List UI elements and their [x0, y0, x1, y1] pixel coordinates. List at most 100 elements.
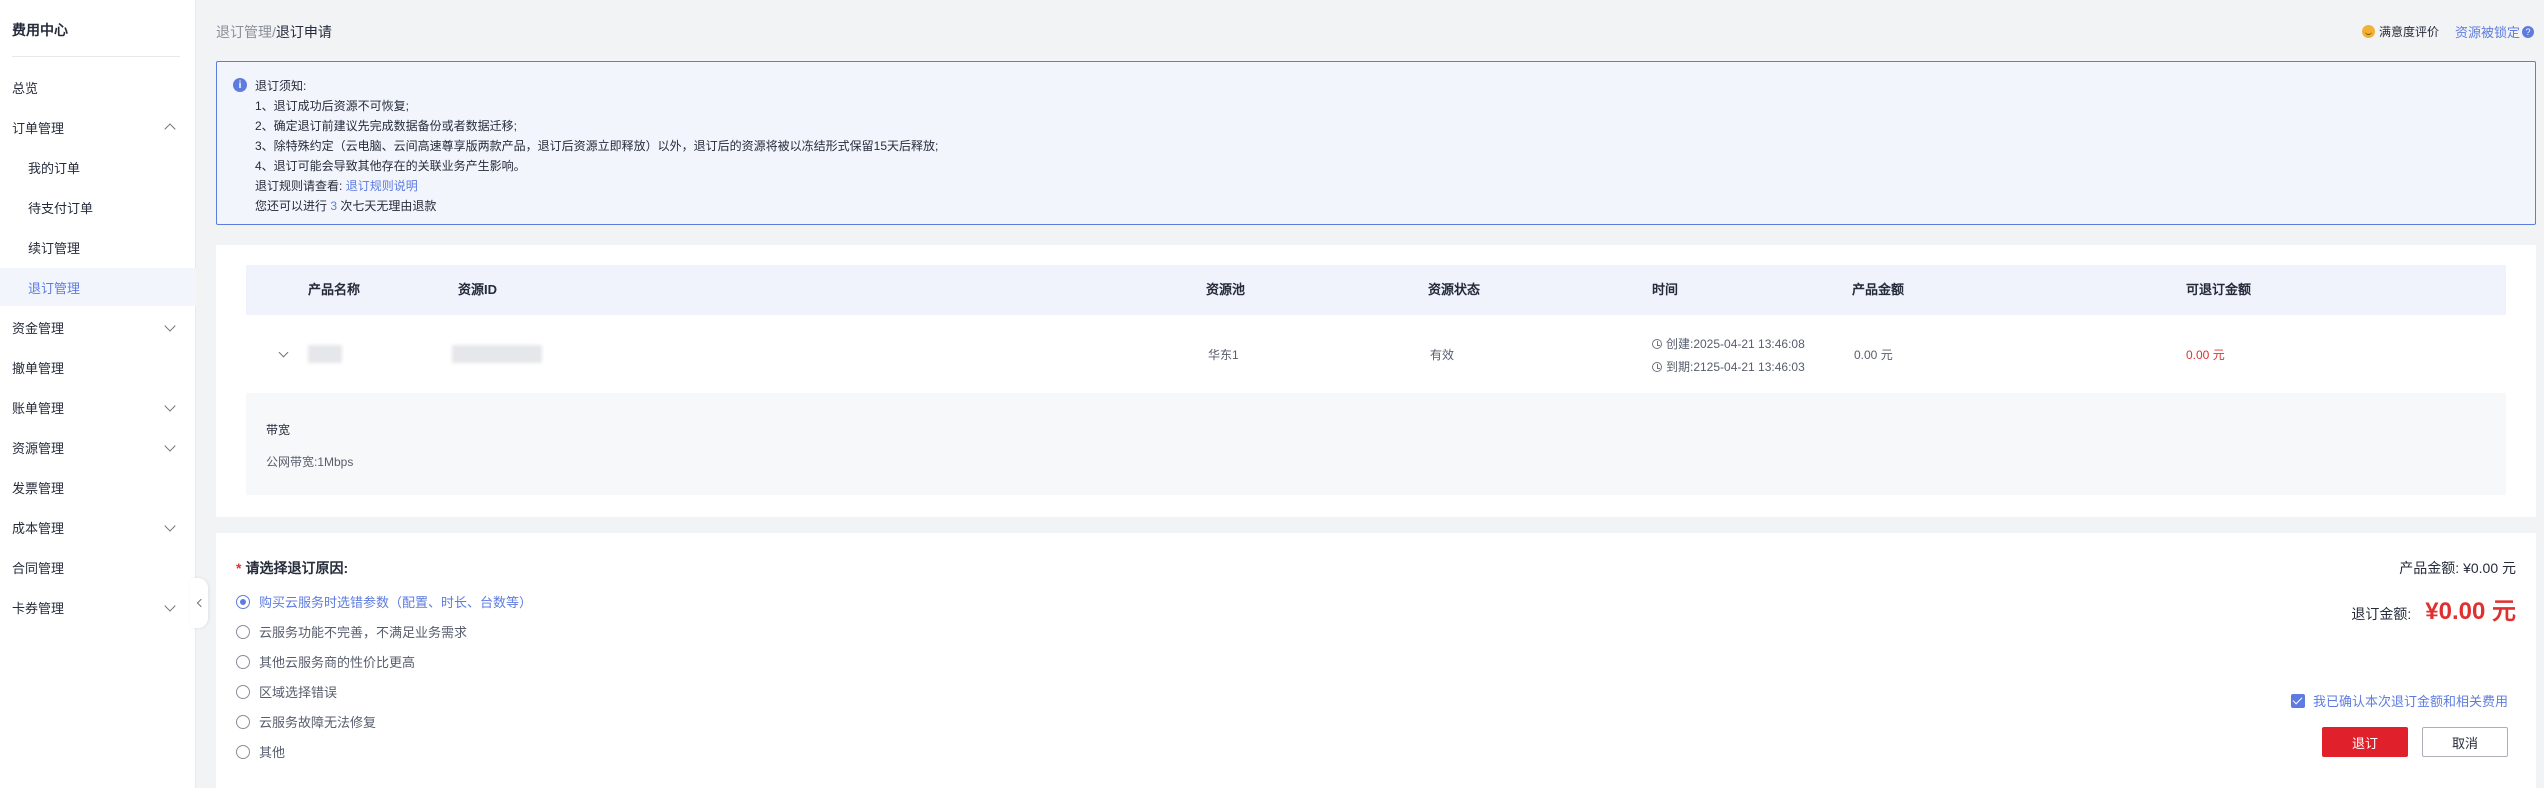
- reason-label: 其他: [259, 745, 286, 760]
- radio-dot: [236, 684, 250, 699]
- refund-label: 退订金额:: [2351, 606, 2412, 622]
- confirm-label: 我已确认本次退订金额和相关费用: [2312, 694, 2508, 709]
- required-mark: *: [236, 560, 242, 576]
- breadcrumb: 退订管理/退订申请: [216, 22, 332, 42]
- chevron-down-icon: [164, 520, 176, 532]
- help-icon[interactable]: ?: [2522, 25, 2534, 38]
- count-suffix: 次七天无理由退款: [340, 199, 437, 213]
- cell-pool: 华东1: [1208, 348, 1239, 362]
- reason-radio[interactable]: 其他云服务商的性价比更高: [236, 652, 415, 671]
- unsubscribe-button[interactable]: 退订: [2322, 727, 2408, 757]
- radio-dot: [236, 654, 250, 669]
- smile-icon: [2361, 25, 2375, 38]
- sidebar-item-overview[interactable]: 总览: [0, 68, 196, 106]
- notice-line: 2、确定退订前建议先完成数据备份或者数据迁移;: [255, 119, 518, 133]
- cell-status: 有效: [1430, 348, 1455, 362]
- expand-chevron-icon[interactable]: [278, 347, 289, 358]
- radio-dot: [236, 714, 250, 729]
- satisfaction-link[interactable]: 满意度评价: [2379, 23, 2439, 40]
- notice-text: 退订须知: 1、退订成功后资源不可恢复; 2、确定退订前建议先完成数据备份或者数…: [255, 76, 938, 216]
- sidebar-item-resources[interactable]: 资源管理: [0, 428, 196, 466]
- notice-line: 4、退订可能会导致其他存在的关联业务产生影响。: [255, 159, 526, 173]
- reason-label: 购买云服务时选错参数（配置、时长、台数等）: [259, 595, 533, 610]
- sidebar-item-label: 订单管理: [12, 120, 65, 136]
- sidebar-item-funds[interactable]: 资金管理: [0, 308, 196, 346]
- rules-prefix: 退订规则请查看:: [255, 179, 343, 193]
- reason-title-text: 请选择退订原因:: [245, 560, 349, 576]
- sidebar-item-label: 成本管理: [12, 520, 65, 536]
- chevron-down-icon: [164, 320, 176, 332]
- detail-title: 带宽: [266, 423, 291, 437]
- info-icon: i: [233, 78, 247, 92]
- th-product-name: 产品名称: [308, 282, 361, 297]
- th-product-amount: 产品金额: [1852, 282, 1905, 297]
- sidebar-item-label: 资金管理: [12, 320, 65, 336]
- notice-line: 1、退订成功后资源不可恢复;: [255, 99, 410, 113]
- sidebar-divider: [12, 56, 180, 57]
- chevron-left-icon: [196, 598, 205, 608]
- th-resource-id: 资源ID: [458, 282, 498, 297]
- cell-amount: 0.00 元: [1854, 348, 1893, 362]
- table-header: 产品名称 资源ID 资源池 资源状态 时间 产品金额 可退订金额: [246, 265, 2506, 315]
- count-value: 3: [330, 199, 338, 213]
- created-text: 创建:2025-04-21 13:46:08: [1666, 337, 1805, 351]
- reason-radio[interactable]: 云服务功能不完善，不满足业务需求: [236, 622, 467, 641]
- cell-expires: 到期:2125-04-21 13:46:03: [1652, 358, 1805, 375]
- redacted-product-name: [308, 345, 342, 363]
- sidebar-item-bills[interactable]: 账单管理: [0, 388, 196, 426]
- reason-radio[interactable]: 区域选择错误: [236, 682, 337, 701]
- reason-label: 区域选择错误: [259, 685, 338, 700]
- reason-label: 其他云服务商的性价比更高: [259, 655, 416, 670]
- reason-title: * 请选择退订原因:: [236, 558, 348, 578]
- header-actions: 满意度评价 资源被锁定 ?: [2361, 22, 2534, 41]
- reason-radio[interactable]: 购买云服务时选错参数（配置、时长、台数等）: [236, 592, 532, 611]
- refund-value: ¥0.00 元: [2425, 598, 2516, 625]
- confirm-checkbox[interactable]: 我已确认本次退订金额和相关费用: [2290, 691, 2508, 710]
- sidebar-collapse-button[interactable]: [190, 578, 208, 628]
- notice-line: 3、除特殊约定（云电脑、云间高速尊享版两款产品，退订后资源立即释放）以外，退订后…: [255, 139, 939, 153]
- unsubscribe-form-card: * 请选择退订原因: 购买云服务时选错参数（配置、时长、台数等） 云服务功能不完善…: [216, 533, 2536, 788]
- count-prefix: 您还可以进行: [255, 199, 328, 213]
- sidebar-item-label: 资源管理: [12, 440, 65, 456]
- sidebar-item-contracts[interactable]: 合同管理: [0, 548, 196, 586]
- sidebar-item-cancellations[interactable]: 撤单管理: [0, 348, 196, 386]
- th-resource-status: 资源状态: [1428, 282, 1481, 297]
- sidebar-item-my-orders[interactable]: 我的订单: [0, 148, 196, 186]
- chevron-up-icon: [164, 123, 176, 135]
- clock-icon: [1652, 362, 1662, 372]
- breadcrumb-parent[interactable]: 退订管理: [216, 24, 272, 40]
- th-refundable-amount: 可退订金额: [2186, 282, 2252, 297]
- notice-panel: i 退订须知: 1、退订成功后资源不可恢复; 2、确定退订前建议先完成数据备份或…: [216, 61, 2536, 225]
- th-resource-pool: 资源池: [1206, 282, 1246, 297]
- rules-link[interactable]: 退订规则说明: [346, 179, 418, 193]
- row-detail-panel: 带宽 公网带宽:1Mbps: [246, 393, 2506, 495]
- sidebar-item-coupons[interactable]: 卡券管理: [0, 588, 196, 626]
- cell-created: 创建:2025-04-21 13:46:08: [1652, 335, 1805, 352]
- sidebar-item-orders[interactable]: 订单管理: [0, 108, 196, 146]
- detail-value: 公网带宽:1Mbps: [266, 455, 354, 469]
- sidebar-item-pending-orders[interactable]: 待支付订单: [0, 188, 196, 226]
- sidebar-item-unsubscribe[interactable]: 退订管理: [0, 268, 196, 306]
- sidebar: 费用中心 总览 订单管理 我的订单 待支付订单 续订管理 退订管理 资金管理 撤…: [0, 0, 196, 788]
- sidebar-item-costs[interactable]: 成本管理: [0, 508, 196, 546]
- sidebar-item-renewals[interactable]: 续订管理: [0, 228, 196, 266]
- checkbox-checked-icon: [2290, 693, 2305, 708]
- reason-radio[interactable]: 其他: [236, 742, 285, 761]
- cancel-button[interactable]: 取消: [2422, 727, 2508, 757]
- table-row: 华东1 有效 创建:2025-04-21 13:46:08 到期:2125-04…: [246, 315, 2506, 391]
- redacted-resource-id: [452, 345, 542, 363]
- radio-dot: [236, 624, 250, 639]
- sidebar-item-invoices[interactable]: 发票管理: [0, 468, 196, 506]
- notice-rules: 退订规则请查看: 退订规则说明: [255, 176, 938, 196]
- sidebar-title: 费用中心: [12, 22, 68, 38]
- expires-text: 到期:2125-04-21 13:46:03: [1666, 360, 1805, 374]
- radio-dot: [236, 594, 250, 609]
- sidebar-item-label: 卡券管理: [12, 600, 65, 616]
- reason-label: 云服务故障无法修复: [259, 715, 377, 730]
- reason-radio[interactable]: 云服务故障无法修复: [236, 712, 376, 731]
- reason-label: 云服务功能不完善，不满足业务需求: [259, 625, 468, 640]
- chevron-down-icon: [164, 400, 176, 412]
- chevron-down-icon: [164, 600, 176, 612]
- resource-locked-link[interactable]: 资源被锁定: [2455, 22, 2520, 41]
- resource-table-card: 产品名称 资源ID 资源池 资源状态 时间 产品金额 可退订金额 华东1 有效 …: [216, 245, 2536, 517]
